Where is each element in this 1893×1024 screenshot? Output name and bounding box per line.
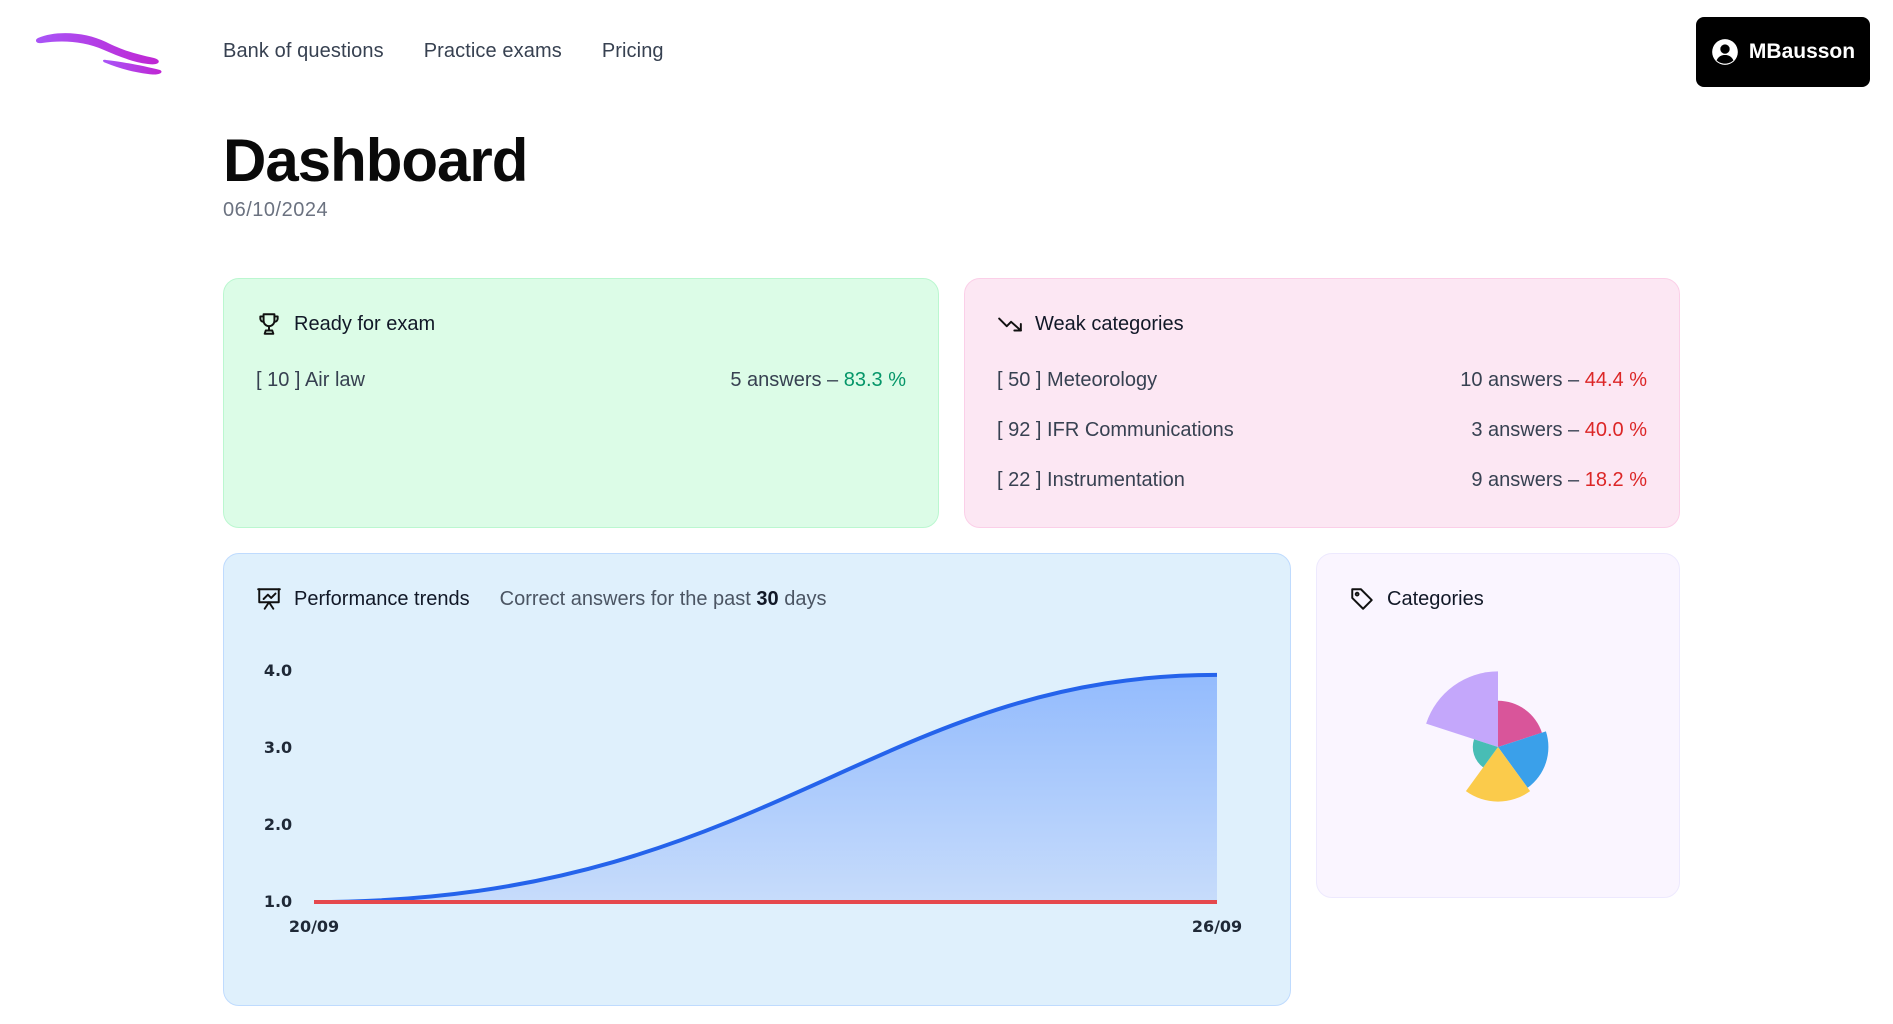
app-logo[interactable] — [36, 30, 162, 76]
nav-bank-of-questions[interactable]: Bank of questions — [223, 40, 384, 63]
page-title: Dashboard — [223, 127, 528, 194]
performance-area-chart[interactable]: 1.0 2.0 3.0 4.0 20/09 26/09 — [224, 554, 1292, 1007]
x-tick-label: 20/09 — [289, 917, 339, 936]
y-tick-label: 3.0 — [264, 738, 292, 757]
nav-practice-exams[interactable]: Practice exams — [424, 40, 562, 63]
y-tick-label: 1.0 — [264, 892, 292, 911]
weak-row-percent: 40.0 % — [1584, 419, 1647, 441]
performance-trends-card: Performance trends Correct answers for t… — [223, 553, 1291, 1006]
top-navigation-bar: Bank of questions Practice exams Pricing… — [0, 0, 1893, 104]
category-slice[interactable] — [1426, 671, 1498, 747]
weak-row[interactable]: [ 92 ] IFR Communications 3 answers – 40… — [997, 419, 1647, 442]
ready-row-category: [ 10 ] Air law — [256, 369, 365, 391]
categories-card: Categories — [1316, 553, 1680, 898]
ready-card-header: Ready for exam — [256, 311, 435, 337]
trending-down-icon — [998, 317, 1022, 332]
weak-row-category: [ 92 ] IFR Communications — [997, 419, 1234, 441]
user-account-button[interactable]: MBausson — [1696, 17, 1870, 87]
weak-row[interactable]: [ 22 ] Instrumentation 9 answers – 18.2 … — [997, 469, 1647, 492]
series-area — [314, 674, 1217, 902]
ready-row[interactable]: [ 10 ] Air law 5 answers – 83.3 % — [256, 369, 906, 392]
weak-row-category: [ 22 ] Instrumentation — [997, 469, 1185, 491]
main-nav: Bank of questions Practice exams Pricing — [223, 40, 664, 63]
user-name: MBausson — [1748, 40, 1856, 63]
user-circle-icon — [1712, 39, 1738, 65]
weak-row-stats: 9 answers – 18.2 % — [1471, 469, 1647, 491]
y-tick-label: 4.0 — [264, 661, 292, 680]
page-date: 06/10/2024 — [223, 199, 329, 221]
weak-categories-card: Weak categories [ 50 ] Meteorology 10 an… — [964, 278, 1680, 528]
weak-row-stats: 3 answers – 40.0 % — [1471, 419, 1647, 441]
weak-row-stats: 10 answers – 44.4 % — [1460, 369, 1647, 391]
trophy-icon — [259, 313, 279, 335]
ready-card-title: Ready for exam — [294, 312, 436, 335]
categories-polar-chart[interactable] — [1317, 554, 1681, 899]
weak-card-title: Weak categories — [1035, 312, 1184, 335]
nav-pricing[interactable]: Pricing — [602, 40, 664, 63]
weak-row-percent: 18.2 % — [1584, 469, 1647, 491]
ready-row-stats: 5 answers – 83.3 % — [730, 369, 906, 391]
weak-row-percent: 44.4 % — [1584, 369, 1647, 391]
x-tick-label: 26/09 — [1192, 917, 1242, 936]
weak-row[interactable]: [ 50 ] Meteorology 10 answers – 44.4 % — [997, 369, 1647, 392]
weak-row-category: [ 50 ] Meteorology — [997, 369, 1158, 391]
y-tick-label: 2.0 — [264, 815, 292, 834]
ready-for-exam-card: Ready for exam [ 10 ] Air law 5 answers … — [223, 278, 939, 528]
ready-row-percent: 83.3 % — [843, 369, 906, 391]
weak-card-header: Weak categories — [997, 311, 1184, 337]
